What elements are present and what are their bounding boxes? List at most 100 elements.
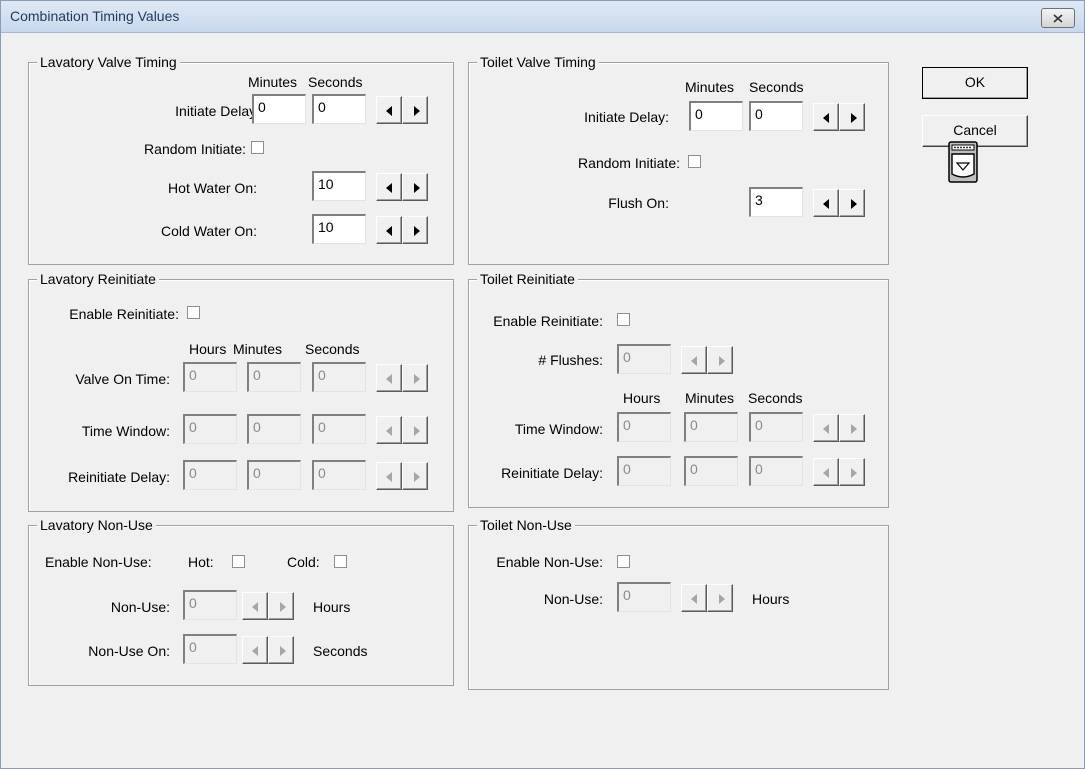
spin-left-button[interactable]	[376, 96, 402, 124]
time-window-seconds-input[interactable]: 0	[312, 414, 366, 444]
arrow-right-icon	[414, 374, 420, 384]
enable-non-use-checkbox[interactable]	[617, 555, 630, 568]
cold-checkbox[interactable]	[334, 555, 347, 568]
hot-water-on-label: Hot Water On:	[168, 180, 257, 196]
non-use-spinner[interactable]	[681, 584, 733, 612]
non-use-input[interactable]: 0	[183, 590, 237, 620]
spin-right-button[interactable]	[402, 364, 428, 392]
arrow-right-icon	[414, 226, 420, 236]
valve-on-hours-input[interactable]: 0	[183, 362, 237, 392]
dialog-client: Lavatory Valve Timing Minutes Seconds In…	[9, 41, 1074, 768]
flush-on-spinner[interactable]	[813, 189, 865, 217]
arrow-left-icon	[386, 374, 392, 384]
time-window-minutes-input[interactable]: 0	[684, 412, 738, 442]
ok-button[interactable]: OK	[922, 67, 1028, 99]
spin-right-button[interactable]	[839, 189, 865, 217]
spin-left-button[interactable]	[376, 173, 402, 201]
spin-right-button[interactable]	[707, 584, 733, 612]
toilet-device-icon	[948, 141, 978, 183]
reinitiate-delay-hours-input[interactable]: 0	[183, 460, 237, 490]
lavatory-valve-timing-group: Lavatory Valve Timing Minutes Seconds In…	[28, 54, 454, 265]
reinitiate-delay-seconds-input[interactable]: 0	[749, 456, 803, 486]
cold-water-on-spinner[interactable]	[376, 216, 428, 244]
arrow-right-icon	[280, 646, 286, 656]
reinitiate-delay-minutes-input[interactable]: 0	[247, 460, 301, 490]
initiate-delay-minutes-input[interactable]: 0	[252, 94, 306, 124]
time-window-spinner[interactable]	[813, 414, 865, 442]
valve-on-time-label: Valve On Time:	[75, 371, 170, 387]
enable-reinitiate-checkbox[interactable]	[187, 306, 200, 319]
spin-left-button[interactable]	[242, 636, 268, 664]
random-initiate-label: Random Initiate:	[578, 155, 680, 171]
arrow-right-icon	[414, 472, 420, 482]
spin-left-button[interactable]	[681, 346, 707, 374]
time-window-hours-input[interactable]: 0	[183, 414, 237, 444]
non-use-on-input[interactable]: 0	[183, 634, 237, 664]
initiate-delay-seconds-input[interactable]: 0	[749, 101, 803, 131]
spin-left-button[interactable]	[376, 364, 402, 392]
reinitiate-delay-seconds-input[interactable]: 0	[312, 460, 366, 490]
time-window-label: Time Window:	[514, 421, 603, 437]
spin-right-button[interactable]	[839, 458, 865, 486]
minutes-header: Minutes	[685, 79, 735, 95]
spin-left-button[interactable]	[681, 584, 707, 612]
spin-right-button[interactable]	[402, 462, 428, 490]
valve-on-minutes-input[interactable]: 0	[247, 362, 301, 392]
title-bar[interactable]: Combination Timing Values	[1, 1, 1084, 33]
spin-left-button[interactable]	[376, 216, 402, 244]
spin-left-button[interactable]	[813, 103, 839, 131]
spin-right-button[interactable]	[707, 346, 733, 374]
spin-right-button[interactable]	[402, 216, 428, 244]
reinitiate-delay-spinner[interactable]	[376, 462, 428, 490]
time-window-seconds-input[interactable]: 0	[749, 412, 803, 442]
spin-right-button[interactable]	[402, 416, 428, 444]
cold-water-on-input[interactable]: 10	[312, 214, 366, 244]
lavatory-non-use-group: Lavatory Non-Use Enable Non-Use: Hot: Co…	[28, 517, 454, 686]
initiate-delay-seconds-input[interactable]: 0	[312, 94, 366, 124]
flushes-spinner[interactable]	[681, 346, 733, 374]
spin-left-button[interactable]	[813, 414, 839, 442]
flushes-input[interactable]: 0	[617, 344, 671, 374]
reinitiate-delay-label: Reinitiate Delay:	[501, 465, 603, 481]
random-initiate-checkbox[interactable]	[688, 155, 701, 168]
minutes-header: Minutes	[233, 341, 283, 357]
reinitiate-delay-hours-input[interactable]: 0	[617, 456, 671, 486]
spin-left-button[interactable]	[813, 189, 839, 217]
spin-right-button[interactable]	[268, 636, 294, 664]
time-window-spinner[interactable]	[376, 416, 428, 444]
spin-left-button[interactable]	[376, 462, 402, 490]
flush-on-input[interactable]: 3	[749, 187, 803, 217]
spin-right-button[interactable]	[839, 103, 865, 131]
arrow-right-icon	[851, 113, 857, 123]
reinitiate-delay-spinner[interactable]	[813, 458, 865, 486]
spin-right-button[interactable]	[402, 173, 428, 201]
initiate-delay-spinner[interactable]	[376, 96, 428, 124]
time-window-hours-input[interactable]: 0	[617, 412, 671, 442]
valve-on-spinner[interactable]	[376, 364, 428, 392]
non-use-spinner[interactable]	[242, 592, 294, 620]
valve-on-seconds-input[interactable]: 0	[312, 362, 366, 392]
initiate-delay-label: Initiate Delay:	[175, 103, 260, 119]
reinitiate-delay-minutes-input[interactable]: 0	[684, 456, 738, 486]
hot-water-on-spinner[interactable]	[376, 173, 428, 201]
spin-left-button[interactable]	[813, 458, 839, 486]
hot-water-on-input[interactable]: 10	[312, 171, 366, 201]
spin-left-button[interactable]	[376, 416, 402, 444]
spin-right-button[interactable]	[839, 414, 865, 442]
initiate-delay-minutes-input[interactable]: 0	[689, 101, 743, 131]
window-title: Combination Timing Values	[10, 8, 180, 24]
random-initiate-checkbox[interactable]	[251, 141, 264, 154]
non-use-input[interactable]: 0	[617, 582, 671, 612]
spin-right-button[interactable]	[402, 96, 428, 124]
enable-reinitiate-checkbox[interactable]	[617, 313, 630, 326]
spin-right-button[interactable]	[268, 592, 294, 620]
toilet-non-use-group: Toilet Non-Use Enable Non-Use: Non-Use: …	[468, 517, 889, 690]
close-button[interactable]	[1041, 8, 1075, 28]
spin-left-button[interactable]	[242, 592, 268, 620]
hot-checkbox[interactable]	[232, 555, 245, 568]
initiate-delay-spinner[interactable]	[813, 103, 865, 131]
arrow-right-icon	[851, 199, 857, 209]
minutes-header: Minutes	[685, 390, 735, 406]
time-window-minutes-input[interactable]: 0	[247, 414, 301, 444]
non-use-on-spinner[interactable]	[242, 636, 294, 664]
